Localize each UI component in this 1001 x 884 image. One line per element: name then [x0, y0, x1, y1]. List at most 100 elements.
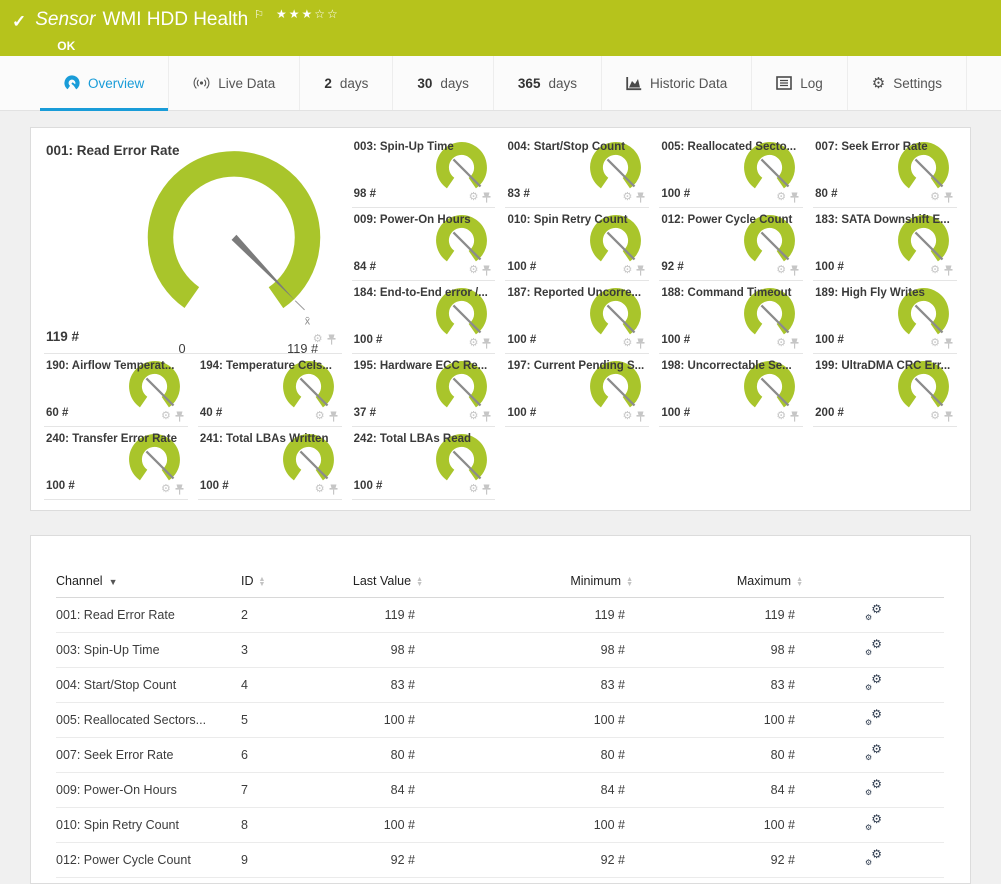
table-row[interactable]: 007: Seek Error Rate 6 80 # 80 # 80 # ⚙⚙ [56, 738, 944, 773]
average-marker: x̄ [304, 316, 310, 328]
gauge-settings-icon[interactable]: ⚙ [161, 411, 171, 422]
gauge-settings-icon[interactable]: ⚙ [469, 338, 479, 349]
sort-desc-icon: ▼ [109, 577, 118, 587]
gauge-tile: 012: Power Cycle Count 92 # ⚙ [659, 208, 803, 281]
column-header-id[interactable]: ID▲▼ [241, 566, 338, 598]
pin-icon[interactable] [329, 411, 338, 422]
gauge-settings-icon[interactable]: ⚙ [776, 338, 786, 349]
pin-icon[interactable] [175, 411, 184, 422]
pin-icon[interactable] [482, 338, 491, 349]
cell-id: 8 [241, 808, 338, 843]
gauge-settings-icon[interactable]: ⚙ [776, 411, 786, 422]
priority-stars[interactable]: ★★★☆☆ [276, 7, 340, 21]
pin-icon[interactable] [790, 338, 799, 349]
pin-icon[interactable] [636, 265, 645, 276]
tab-30-days[interactable]: 30days [393, 56, 494, 110]
cell-id: 5 [241, 703, 338, 738]
table-row[interactable]: 009: Power-On Hours 7 84 # 84 # 84 # ⚙⚙ [56, 773, 944, 808]
gauge-settings-icon[interactable]: ⚙ [161, 484, 171, 495]
pin-icon[interactable] [944, 411, 953, 422]
tab-365-days[interactable]: 365days [494, 56, 602, 110]
pin-icon[interactable] [327, 334, 336, 345]
table-row[interactable]: 001: Read Error Rate 2 119 # 119 # 119 #… [56, 598, 944, 633]
cell-id: 2 [241, 598, 338, 633]
status-ok-check-icon: ✓ [12, 12, 26, 32]
pin-icon[interactable] [944, 192, 953, 203]
cell-minimum: 100 # [423, 878, 633, 884]
tab-overview[interactable]: Overview [40, 56, 169, 110]
gauge-settings-icon[interactable]: ⚙ [622, 338, 632, 349]
table-row[interactable]: 005: Reallocated Sectors... 5 100 # 100 … [56, 703, 944, 738]
gauge-settings-icon[interactable]: ⚙ [930, 338, 940, 349]
pin-icon[interactable] [944, 265, 953, 276]
gauge-tile: 190: Airflow Temperat... 60 # ⚙ [44, 354, 188, 427]
gauge-tile-actions: ⚙ [469, 338, 492, 349]
edit-channel-gears-icon[interactable]: ⚙⚙ [865, 641, 882, 656]
column-header-channel[interactable]: Channel▼ [56, 566, 241, 598]
gauge-settings-icon[interactable]: ⚙ [315, 484, 325, 495]
gauge-value: 100 # [46, 480, 75, 492]
pin-icon[interactable] [944, 338, 953, 349]
edit-channel-gears-icon[interactable]: ⚙⚙ [865, 851, 882, 866]
gauge-title: 012: Power Cycle Count [661, 214, 801, 226]
gauge-tile-actions: ⚙ [776, 411, 799, 422]
gauge-grid: 001: Read Error Rate x̄ 0 119 # 119 # ⚙ [31, 128, 970, 510]
gauge-settings-icon[interactable]: ⚙ [469, 484, 479, 495]
pin-icon[interactable] [329, 484, 338, 495]
tab-2-days[interactable]: 2days [300, 56, 393, 110]
table-header-row: Channel▼ID▲▼Last Value▲▼Minimum▲▼Maximum… [56, 566, 944, 598]
gauge-title: 194: Temperature Cels... [200, 360, 340, 372]
gauge-settings-icon[interactable]: ⚙ [930, 265, 940, 276]
pin-icon[interactable] [482, 192, 491, 203]
table-row[interactable]: 010: Spin Retry Count 8 100 # 100 # 100 … [56, 808, 944, 843]
gauge-settings-icon[interactable]: ⚙ [776, 192, 786, 203]
gauge-settings-icon[interactable]: ⚙ [469, 411, 479, 422]
cell-last-value: 119 # [338, 598, 423, 633]
pin-icon[interactable] [790, 192, 799, 203]
gauge-title: 190: Airflow Temperat... [46, 360, 186, 372]
gauge-settings-icon[interactable]: ⚙ [469, 192, 479, 203]
gauge-title: 198: Uncorrectable Se... [661, 360, 801, 372]
edit-channel-gears-icon[interactable]: ⚙⚙ [865, 781, 882, 796]
table-row[interactable]: 003: Spin-Up Time 3 98 # 98 # 98 # ⚙⚙ [56, 633, 944, 668]
pin-icon[interactable] [636, 411, 645, 422]
pin-icon[interactable] [482, 265, 491, 276]
pin-icon[interactable] [790, 411, 799, 422]
edit-channel-gears-icon[interactable]: ⚙⚙ [865, 711, 882, 726]
status-badge: OK [57, 39, 340, 53]
flag-icon[interactable]: ⚐ [254, 9, 264, 21]
gauge-settings-icon[interactable]: ⚙ [469, 265, 479, 276]
tab-log[interactable]: Log [752, 56, 848, 110]
gauge-settings-icon[interactable]: ⚙ [776, 265, 786, 276]
tab-settings[interactable]: ⚙Settings [848, 56, 967, 110]
gauge-settings-icon[interactable]: ⚙ [930, 411, 940, 422]
gauge-tile-actions: ⚙ [930, 411, 953, 422]
pin-icon[interactable] [482, 484, 491, 495]
pin-icon[interactable] [636, 338, 645, 349]
pin-icon[interactable] [636, 192, 645, 203]
tab-live-data[interactable]: Live Data [169, 56, 300, 110]
table-row[interactable]: 012: Power Cycle Count 9 92 # 92 # 92 # … [56, 843, 944, 878]
column-header-last-value[interactable]: Last Value▲▼ [338, 566, 423, 598]
table-row[interactable]: 004: Start/Stop Count 4 83 # 83 # 83 # ⚙… [56, 668, 944, 703]
table-row[interactable]: 183: SATA Downshift Err... 10 100 # 100 … [56, 878, 944, 884]
gauge-settings-icon[interactable]: ⚙ [315, 411, 325, 422]
gauge-tile: 188: Command Timeout 100 # ⚙ [659, 281, 803, 354]
edit-channel-gears-icon[interactable]: ⚙⚙ [865, 816, 882, 831]
edit-channel-gears-icon[interactable]: ⚙⚙ [865, 676, 882, 691]
column-header-minimum[interactable]: Minimum▲▼ [423, 566, 633, 598]
pin-icon[interactable] [790, 265, 799, 276]
cell-maximum: 80 # [633, 738, 803, 773]
tab-historic-data[interactable]: Historic Data [602, 56, 752, 110]
edit-channel-gears-icon[interactable]: ⚙⚙ [865, 606, 882, 621]
gauge-settings-icon[interactable]: ⚙ [622, 265, 632, 276]
gauge-tile: 197: Current Pending S... 100 # ⚙ [505, 354, 649, 427]
gauge-settings-icon[interactable]: ⚙ [622, 411, 632, 422]
gauge-settings-icon[interactable]: ⚙ [930, 192, 940, 203]
edit-channel-gears-icon[interactable]: ⚙⚙ [865, 746, 882, 761]
column-header-maximum[interactable]: Maximum▲▼ [633, 566, 803, 598]
gauge-settings-icon[interactable]: ⚙ [313, 334, 323, 345]
pin-icon[interactable] [482, 411, 491, 422]
gauge-settings-icon[interactable]: ⚙ [622, 192, 632, 203]
pin-icon[interactable] [175, 484, 184, 495]
